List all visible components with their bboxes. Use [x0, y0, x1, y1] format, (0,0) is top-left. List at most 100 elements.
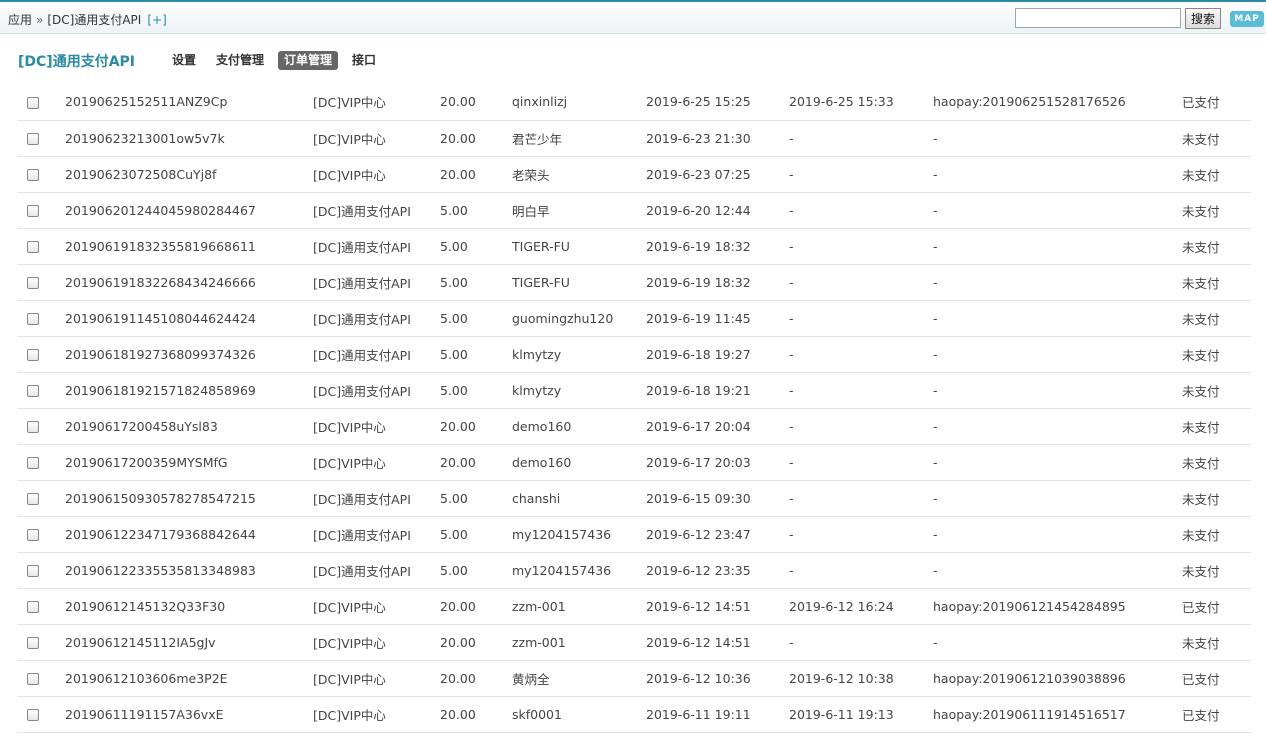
username-link[interactable]: my1204157436 [512, 516, 646, 553]
username-link[interactable]: 黄炳全 [512, 660, 646, 697]
app-name-cell: [DC]VIP中心 [313, 156, 440, 193]
amount-cell: 5.00 [440, 300, 512, 337]
username-link[interactable]: guomingzhu120 [512, 300, 646, 337]
tab-api[interactable]: 接口 [346, 51, 382, 70]
username-link[interactable]: 明白早 [512, 192, 646, 229]
username-link[interactable]: klmytzy [512, 336, 646, 373]
amount-cell: 5.00 [440, 228, 512, 265]
row-checkbox[interactable] [27, 637, 39, 649]
map-button[interactable]: MAP [1230, 11, 1264, 27]
status-cell: 未支付 [1182, 372, 1251, 409]
order-number-cell: 20190617200458uYsl83 [65, 408, 313, 445]
status-cell: 未支付 [1182, 336, 1251, 373]
paid-time-cell: 2019-6-12 16:24 [789, 588, 933, 625]
row-checkbox[interactable] [27, 385, 39, 397]
row-checkbox[interactable] [27, 277, 39, 289]
trade-number-cell: - [933, 192, 1182, 229]
username-link[interactable]: demo160 [512, 444, 646, 481]
checkbox-cell [17, 408, 65, 445]
username-link[interactable]: TIGER-FU [512, 264, 646, 301]
table-row: 20190617200359MYSMfG [DC]VIP中心 20.00 demo16… [17, 444, 1251, 481]
username-link[interactable]: TIGER-FU [512, 228, 646, 265]
created-time-cell: 2019-6-23 21:30 [646, 120, 789, 157]
orders-table: 20190625152511ANZ9Cp [DC]VIP中心 20.00 qinxin… [17, 84, 1251, 733]
trade-number-cell: haopay:201906121454284895 [933, 588, 1182, 625]
row-checkbox[interactable] [27, 205, 39, 217]
table-row: 20190623072508CuYj8f [DC]VIP中心 20.00 老荣头 201… [17, 156, 1251, 193]
status-cell: 已支付 [1182, 84, 1251, 121]
status-cell: 未支付 [1182, 624, 1251, 661]
row-checkbox[interactable] [27, 96, 39, 109]
app-name-cell: [DC]通用支付API [313, 516, 440, 553]
order-number-cell: 20190623213001ow5v7k [65, 120, 313, 157]
created-time-cell: 2019-6-17 20:03 [646, 444, 789, 481]
app-name-cell: [DC]VIP中心 [313, 408, 440, 445]
table-row: 20190612103606me3P2E [DC]VIP中心 20.00 黄炳全 201… [17, 660, 1251, 697]
row-checkbox[interactable] [27, 421, 39, 433]
amount-cell: 20.00 [440, 156, 512, 193]
search-input[interactable] [1015, 8, 1181, 28]
row-checkbox[interactable] [27, 601, 39, 613]
app-name-cell: [DC]通用支付API [313, 228, 440, 265]
username-link[interactable]: klmytzy [512, 372, 646, 409]
app-name-cell: [DC]VIP中心 [313, 660, 440, 697]
breadcrumb-root[interactable]: 应用 [8, 13, 32, 27]
paid-time-cell: 2019-6-12 10:38 [789, 660, 933, 697]
amount-cell: 20.00 [440, 84, 512, 121]
app-name-cell: [DC]VIP中心 [313, 120, 440, 157]
row-checkbox[interactable] [27, 169, 39, 181]
username-link[interactable]: 老荣头 [512, 156, 646, 193]
username-link[interactable]: qinxinlizj [512, 84, 646, 121]
checkbox-cell [17, 228, 65, 265]
username-link[interactable]: zzm-001 [512, 588, 646, 625]
trade-number-cell: - [933, 444, 1182, 481]
username-link[interactable]: demo160 [512, 408, 646, 445]
trade-number-cell: - [933, 120, 1182, 157]
trade-number-cell: - [933, 228, 1182, 265]
add-shortcut-link[interactable]: [+] [147, 13, 166, 27]
search-button[interactable]: 搜索 [1185, 8, 1221, 29]
trade-number-cell: - [933, 300, 1182, 337]
created-time-cell: 2019-6-11 19:11 [646, 696, 789, 733]
tab-order-management[interactable]: 订单管理 [278, 51, 339, 70]
app-name-cell: [DC]通用支付API [313, 336, 440, 373]
breadcrumb-current[interactable]: [DC]通用支付API [47, 13, 141, 27]
checkbox-cell [17, 300, 65, 337]
order-number-cell: 201906191832268434246666 [65, 264, 313, 301]
trade-number-cell: - [933, 264, 1182, 301]
created-time-cell: 2019-6-12 14:51 [646, 588, 789, 625]
tab-payment-management[interactable]: 支付管理 [210, 51, 270, 70]
amount-cell: 5.00 [440, 264, 512, 301]
paid-time-cell: - [789, 264, 933, 301]
order-number-cell: 20190612103606me3P2E [65, 660, 313, 697]
amount-cell: 5.00 [440, 372, 512, 409]
username-link[interactable]: skf0001 [512, 696, 646, 733]
tab-settings[interactable]: 设置 [166, 51, 202, 70]
table-row: 201906191832268434246666 [DC]通用支付API 5.00 T… [17, 264, 1251, 301]
username-link[interactable]: chanshi [512, 480, 646, 517]
row-checkbox[interactable] [27, 349, 39, 361]
row-checkbox[interactable] [27, 493, 39, 505]
amount-cell: 20.00 [440, 444, 512, 481]
row-checkbox[interactable] [27, 457, 39, 469]
checkbox-cell [17, 372, 65, 409]
app-title[interactable]: [DC]通用支付API [18, 51, 135, 71]
row-checkbox[interactable] [27, 313, 39, 325]
username-link[interactable]: zzm-001 [512, 624, 646, 661]
checkbox-cell [17, 696, 65, 733]
order-number-cell: 201906122347179368842644 [65, 516, 313, 553]
row-checkbox[interactable] [27, 709, 39, 721]
row-checkbox[interactable] [27, 133, 39, 145]
table-row: 20190611191157A36vxE [DC]VIP中心 20.00 skf000… [17, 696, 1251, 733]
row-checkbox[interactable] [27, 529, 39, 541]
row-checkbox[interactable] [27, 241, 39, 253]
checkbox-cell [17, 444, 65, 481]
username-link[interactable]: my1204157436 [512, 552, 646, 589]
table-row: 20190623213001ow5v7k [DC]VIP中心 20.00 君芒少年 20… [17, 120, 1251, 157]
row-checkbox[interactable] [27, 565, 39, 577]
row-checkbox[interactable] [27, 673, 39, 685]
order-number-cell: 201906122335535813348983 [65, 552, 313, 589]
order-number-cell: 201906191145108044624424 [65, 300, 313, 337]
checkbox-cell [17, 516, 65, 553]
username-link[interactable]: 君芒少年 [512, 120, 646, 157]
